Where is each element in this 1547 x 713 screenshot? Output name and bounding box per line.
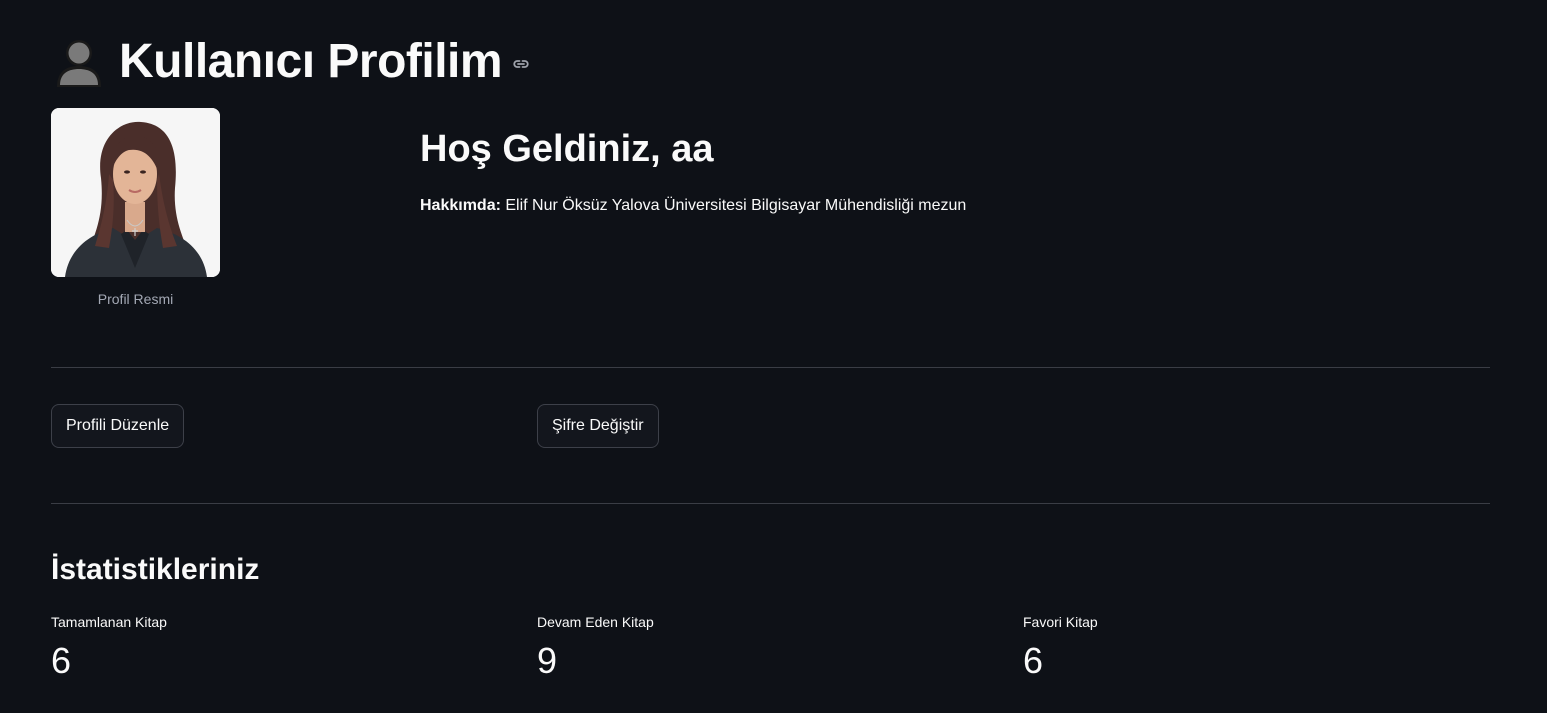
bust-in-silhouette-icon [57, 40, 101, 87]
metric-value: 6 [1023, 640, 1044, 681]
divider [51, 367, 1490, 368]
about-label: Hakkımda: [420, 197, 501, 214]
metric-label: Devam Eden Kitap [537, 614, 654, 630]
metric-in-progress-books: Devam Eden Kitap 9 [537, 614, 654, 682]
metric-label: Tamamlanan Kitap [51, 614, 167, 630]
profile-avatar[interactable] [51, 108, 220, 277]
metric-label: Favori Kitap [1023, 614, 1098, 630]
about-text: Hakkımda: Elif Nur Öksüz Yalova Üniversi… [420, 197, 966, 215]
change-password-button[interactable]: Şifre Değiştir [537, 404, 659, 448]
link-icon[interactable] [512, 55, 530, 73]
edit-profile-button[interactable]: Profili Düzenle [51, 404, 185, 448]
about-value: Elif Nur Öksüz Yalova Üniversitesi Bilgi… [500, 197, 967, 214]
avatar-block: Profil Resmi [51, 108, 220, 307]
stats-title: İstatistikleriniz [51, 553, 260, 586]
divider [51, 503, 1490, 504]
profile-page: Kullanıcı Profilim Profil Resmi Hoş Geld… [0, 0, 1547, 713]
metric-value: 9 [537, 640, 558, 681]
page-header: Kullanıcı Profilim [51, 28, 530, 94]
metric-value: 6 [51, 640, 72, 681]
avatar-caption: Profil Resmi [97, 291, 174, 307]
metric-favorite-books: Favori Kitap 6 [1023, 614, 1098, 682]
welcome-heading: Hoş Geldiniz, aa [420, 128, 714, 170]
metric-completed-books: Tamamlanan Kitap 6 [51, 614, 167, 682]
page-title: Kullanıcı Profilim [119, 34, 503, 88]
